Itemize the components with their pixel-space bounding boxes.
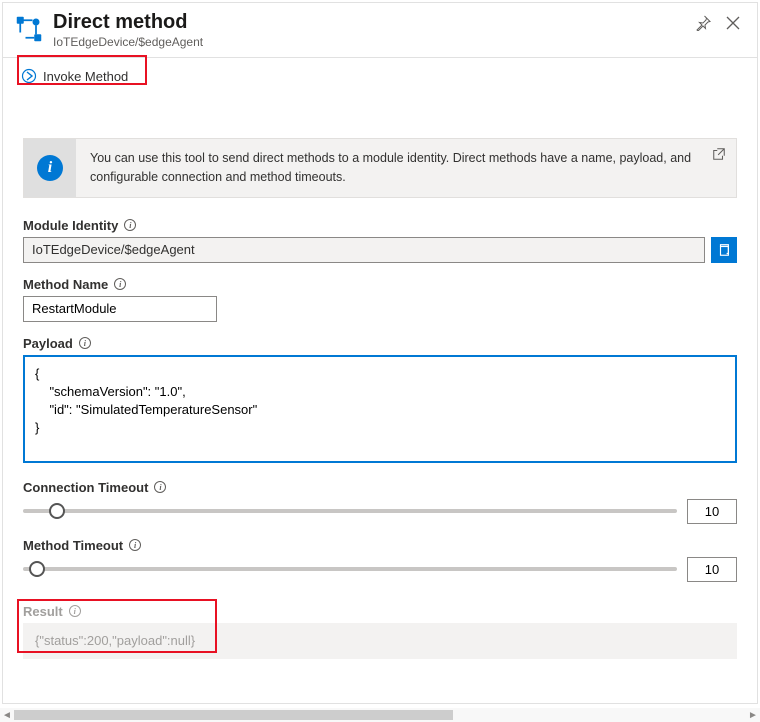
method-timeout-label: Method Timeout: [23, 538, 123, 553]
module-identity-input: [23, 237, 705, 263]
tooltip-icon[interactable]: i: [154, 481, 166, 493]
panel-title: Direct method: [53, 11, 695, 34]
tooltip-icon[interactable]: i: [124, 219, 136, 231]
tooltip-icon[interactable]: i: [79, 337, 91, 349]
invoke-arrow-icon: [21, 68, 37, 84]
scrollbar-thumb[interactable]: [14, 710, 453, 720]
connection-timeout-field: Connection Timeout i: [23, 480, 737, 524]
tooltip-icon[interactable]: i: [69, 605, 81, 617]
method-timeout-value[interactable]: [687, 557, 737, 582]
module-identity-label: Module Identity: [23, 218, 118, 233]
panel-subtitle: IoTEdgeDevice/$edgeAgent: [53, 35, 695, 49]
result-label: Result: [23, 604, 63, 619]
payload-label: Payload: [23, 336, 73, 351]
invoke-method-button[interactable]: Invoke Method: [15, 64, 134, 88]
connection-timeout-slider[interactable]: [23, 501, 677, 521]
connection-timeout-value[interactable]: [687, 499, 737, 524]
info-icon: i: [37, 155, 63, 181]
method-name-field: Method Name i: [23, 277, 737, 322]
payload-field: Payload i: [23, 336, 737, 466]
direct-method-panel: Direct method IoTEdgeDevice/$edgeAgent I…: [2, 2, 758, 704]
result-field: Result i {"status":200,"payload":null}: [23, 604, 737, 659]
info-text: You can use this tool to send direct met…: [76, 139, 736, 197]
external-link-icon[interactable]: [712, 147, 726, 161]
method-name-input[interactable]: [23, 296, 217, 322]
iot-identity-icon: [15, 15, 43, 43]
tooltip-icon[interactable]: i: [129, 539, 141, 551]
module-identity-field: Module Identity i: [23, 218, 737, 263]
slider-thumb[interactable]: [49, 503, 65, 519]
panel-content: i You can use this tool to send direct m…: [3, 94, 757, 693]
toolbar: Invoke Method: [3, 58, 757, 94]
tooltip-icon[interactable]: i: [114, 278, 126, 290]
payload-textarea[interactable]: [23, 355, 737, 463]
result-output: {"status":200,"payload":null}: [23, 623, 737, 659]
slider-thumb[interactable]: [29, 561, 45, 577]
invoke-method-label: Invoke Method: [43, 69, 128, 84]
pin-icon[interactable]: [695, 15, 711, 31]
copy-button[interactable]: [711, 237, 737, 263]
info-banner: i You can use this tool to send direct m…: [23, 138, 737, 198]
close-icon[interactable]: [725, 15, 741, 31]
panel-header: Direct method IoTEdgeDevice/$edgeAgent: [3, 3, 757, 58]
method-timeout-slider[interactable]: [23, 559, 677, 579]
connection-timeout-label: Connection Timeout: [23, 480, 148, 495]
method-timeout-field: Method Timeout i: [23, 538, 737, 582]
method-name-label: Method Name: [23, 277, 108, 292]
info-icon-box: i: [24, 139, 76, 197]
